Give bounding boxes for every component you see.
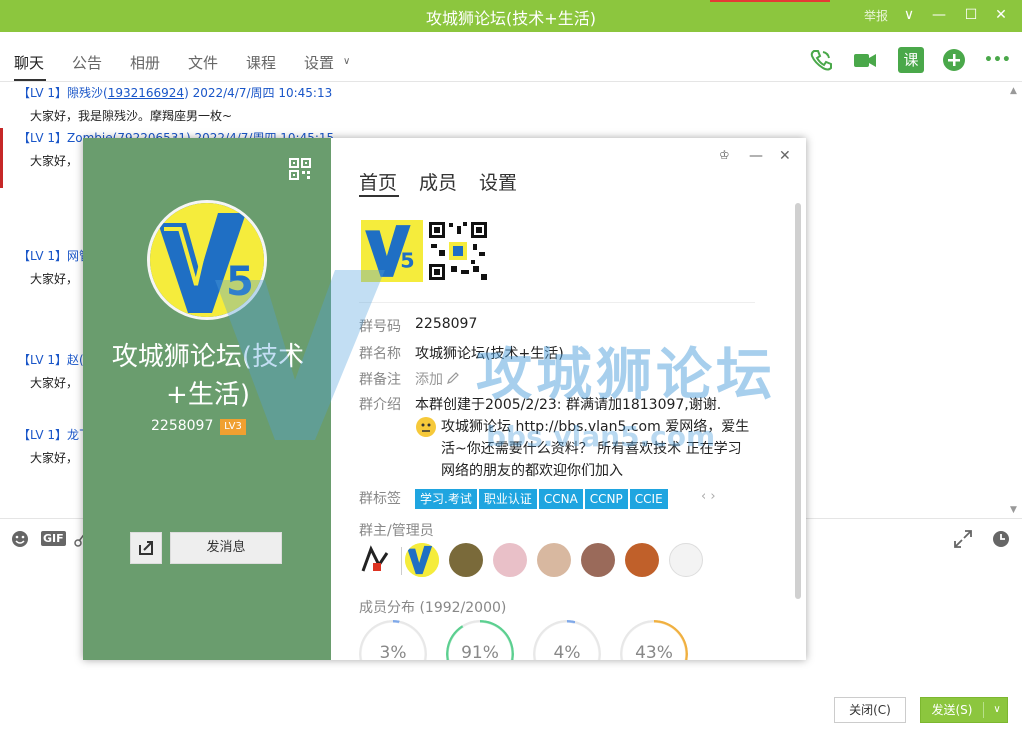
tag[interactable]: CCNP <box>584 489 628 509</box>
send-message-button[interactable]: 发消息 <box>170 532 282 564</box>
distribution-value: 4% <box>553 643 581 660</box>
admin-avatar[interactable] <box>625 543 659 577</box>
message-body: 大家好， <box>30 451 79 465</box>
active-tab-indicator <box>14 79 46 81</box>
message-body: 大家好， <box>30 154 79 168</box>
tab-courses[interactable]: 课程 <box>246 52 276 73</box>
distribution-value: 91% <box>461 643 499 660</box>
sender-id-link[interactable]: 1932166924 <box>108 86 184 100</box>
qr-code-image[interactable] <box>427 220 489 282</box>
active-tab-indicator <box>359 195 399 197</box>
send-label: 发送(S) <box>931 703 973 717</box>
maximize-button[interactable]: ☐ <box>958 4 984 26</box>
member-distribution-label: 成员分布 (1992/2000) <box>359 600 507 616</box>
distribution-value: 3% <box>379 643 407 660</box>
tab-settings[interactable]: 设置 <box>304 52 334 73</box>
thinking-emoji-icon <box>416 417 436 437</box>
send-button[interactable]: 发送(S) ∨ <box>920 697 1008 723</box>
tag-list: 学习.考试 职业认证 CCNA CCNP CCIE <box>415 488 670 509</box>
close-button[interactable]: ✕ <box>779 148 791 164</box>
timestamp: ) 2022/4/7/周四 10:45:13 <box>184 86 333 100</box>
tag[interactable]: CCIE <box>629 489 668 509</box>
chevron-down-icon[interactable]: ∨ <box>896 4 922 26</box>
tab-group-settings[interactable]: 设置 <box>479 168 517 195</box>
add-icon[interactable] <box>941 47 967 73</box>
level-tag: 【LV 1】 <box>18 131 68 145</box>
report-link[interactable]: 举报 <box>864 7 888 24</box>
level-tag: 【LV 1】 <box>18 428 68 442</box>
edge-marker <box>0 128 3 188</box>
tab-announcement[interactable]: 公告 <box>72 52 102 73</box>
title-bar: 攻城狮论坛(技术+生活) 举报 ∨ — ☐ ✕ <box>0 0 1022 32</box>
divider <box>359 302 755 303</box>
level-tag: 【LV 1】 <box>18 353 68 367</box>
tag[interactable]: 职业认证 <box>478 489 537 509</box>
group-number: 2258097 <box>151 418 214 434</box>
qr-code-icon[interactable] <box>289 158 311 180</box>
tab-home[interactable]: 首页 <box>359 168 397 195</box>
v5-logo-icon <box>405 543 439 577</box>
admins-label: 群主/管理员 <box>359 523 434 539</box>
close-chat-button[interactable]: 关闭(C) <box>834 697 906 723</box>
message-body: 大家好， <box>30 376 79 390</box>
tab-members[interactable]: 成员 <box>419 168 457 195</box>
admin-avatar[interactable] <box>537 543 571 577</box>
course-icon[interactable]: 课 <box>898 47 924 73</box>
message-body: 大家好， <box>30 272 79 286</box>
share-icon <box>139 541 153 555</box>
skin-icon[interactable]: ♔ <box>719 148 730 162</box>
admin-avatar[interactable] <box>493 543 527 577</box>
sender-name[interactable]: 隙残沙( <box>67 86 108 100</box>
group-number-value: 2258097 <box>415 316 478 332</box>
admin-avatar[interactable] <box>449 543 483 577</box>
message-body: 大家好，我是隙残沙。摩羯座男一枚~ <box>30 109 233 123</box>
message-header: 【LV 1】网管 <box>18 247 91 264</box>
tag-pager-arrows[interactable]: ‹ › <box>701 489 716 504</box>
more-icon[interactable]: ••• <box>984 47 1011 73</box>
edit-icon[interactable] <box>446 371 460 385</box>
minimize-button[interactable]: — <box>926 4 952 26</box>
admin-avatar[interactable] <box>581 543 615 577</box>
divider <box>401 547 402 575</box>
video-icon[interactable] <box>852 47 878 73</box>
chevron-down-icon[interactable]: ∨ <box>343 56 350 67</box>
tab-files[interactable]: 文件 <box>188 52 218 73</box>
tab-album[interactable]: 相册 <box>130 52 160 73</box>
divider <box>983 702 984 718</box>
add-remark-link[interactable]: 添加 <box>415 369 443 389</box>
message-header: 【LV 1】龙飞 <box>18 426 91 443</box>
close-button[interactable]: ✕ <box>988 4 1014 26</box>
svg-text:5: 5 <box>400 249 414 273</box>
sender-name[interactable]: 赵( <box>67 353 84 367</box>
message-header: 【LV 1】隙残沙(1932166924) 2022/4/7/周四 10:45:… <box>18 84 332 101</box>
watermark-logo <box>215 270 385 440</box>
history-clock-icon[interactable] <box>991 529 1011 549</box>
message-header: 【LV 1】赵( <box>18 351 84 368</box>
admin-avatar[interactable] <box>669 543 703 577</box>
tag[interactable]: 学习.考试 <box>415 489 477 509</box>
group-tags-label: 群标签 <box>359 491 401 507</box>
watermark-text: 攻城狮论坛 <box>476 343 776 408</box>
tag[interactable]: CCNA <box>538 489 583 509</box>
scrollbar[interactable] <box>795 203 801 599</box>
expand-icon[interactable] <box>953 529 973 549</box>
minimize-button[interactable]: — <box>749 148 763 164</box>
level-tag: 【LV 1】 <box>18 249 68 263</box>
tab-chat[interactable]: 聊天 <box>14 52 44 73</box>
watermark-url: bbs.vlan5.com <box>486 420 716 453</box>
admin-avatar[interactable] <box>405 543 439 577</box>
gif-icon[interactable]: GIF <box>41 531 66 546</box>
distribution-value: 43% <box>635 643 673 660</box>
owner-avatar-icon <box>361 545 389 572</box>
share-button[interactable] <box>130 532 162 564</box>
emoji-icon[interactable] <box>11 530 29 548</box>
chevron-down-icon[interactable]: ∨ <box>987 698 1007 722</box>
phone-icon[interactable] <box>808 47 834 73</box>
scroll-up-icon[interactable]: ▲ <box>1010 86 1017 96</box>
level-tag: 【LV 1】 <box>18 86 68 100</box>
admin-avatar[interactable] <box>359 543 393 577</box>
notification-strip <box>710 0 830 2</box>
scroll-down-icon[interactable]: ▼ <box>1010 505 1017 515</box>
